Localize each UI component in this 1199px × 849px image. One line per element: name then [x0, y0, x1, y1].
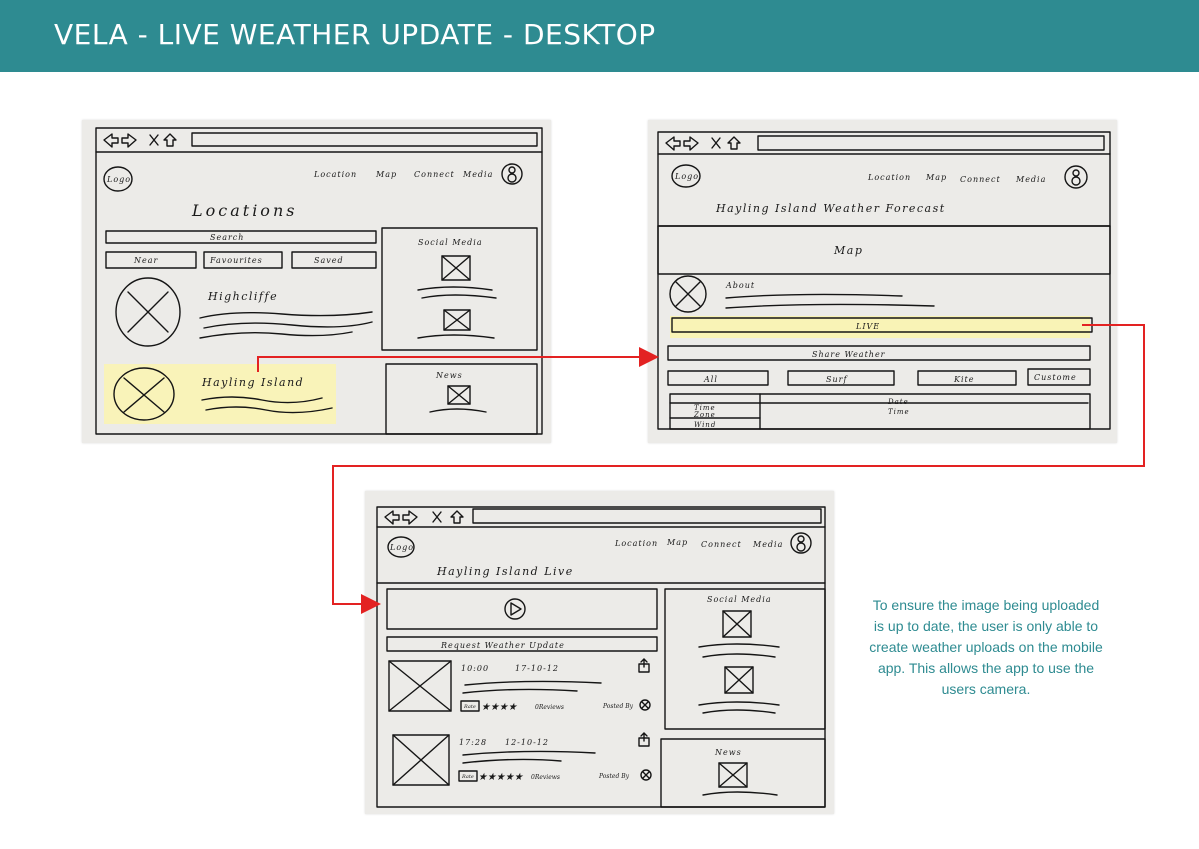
location-highcliffe: Highcliffe — [207, 290, 278, 303]
nav-connect: Connect — [414, 170, 455, 179]
browser-nav-icons — [103, 133, 177, 148]
filter-all[interactable] — [667, 370, 769, 386]
table-label-wind: Wind — [694, 421, 716, 429]
post2-stars: ★★★★★ — [478, 772, 524, 783]
news-panel — [660, 738, 826, 808]
nav-media: Media — [462, 170, 493, 179]
post2-posted-by: Posted By — [598, 773, 630, 780]
post2-date: 12-10-12 — [505, 738, 549, 747]
sketch-live: Logo Location Map Connect Media Hayling … — [365, 491, 834, 814]
share-icon[interactable] — [638, 732, 650, 747]
tab-near-label: Near — [133, 256, 159, 265]
nav-location: Location — [867, 173, 911, 182]
header-bar: VELA - LIVE WEATHER UPDATE - DESKTOP — [0, 0, 1199, 72]
nav-location: Location — [614, 539, 658, 548]
social-media-label: Social Media — [707, 595, 772, 604]
page-title: VELA - LIVE WEATHER UPDATE - DESKTOP — [54, 18, 656, 51]
location-highlight — [104, 364, 336, 424]
about-image-placeholder — [669, 275, 707, 313]
nav-connect: Connect — [701, 540, 742, 549]
news-label: News — [714, 748, 742, 757]
post2-time: 17:28 — [459, 738, 487, 747]
map-label: Map — [833, 244, 863, 257]
filter-kite-label: Kite — [953, 375, 974, 384]
post-image-placeholder — [388, 660, 452, 712]
about-label: About — [725, 281, 755, 290]
nav-map: Map — [375, 170, 397, 179]
location-image-placeholder — [115, 277, 181, 347]
user-avatar-icon[interactable] — [790, 532, 812, 554]
filter-all-label: All — [703, 375, 718, 384]
post1-date: 17-10-12 — [515, 664, 559, 673]
forecast-table — [669, 393, 1091, 430]
logo-text: Logo — [106, 175, 131, 184]
logo-text: Logo — [674, 172, 699, 181]
map-area[interactable] — [657, 225, 1111, 275]
video-player[interactable] — [386, 588, 658, 630]
post-image-placeholder — [392, 734, 450, 786]
table-label-zone: Zone — [693, 411, 716, 419]
post2-reviews: 0Reviews — [531, 774, 560, 781]
sketch-forecast: Logo Location Map Connect Media Hayling … — [648, 120, 1117, 443]
news-label: News — [435, 371, 463, 380]
social-media-panel — [664, 588, 826, 730]
address-bar[interactable] — [757, 135, 1105, 151]
table-label-time-right: Time — [888, 408, 910, 416]
sketch-locations: Logo Location Map Connect Media Location… — [82, 120, 551, 443]
poster-avatar-icon[interactable] — [640, 769, 652, 781]
play-icon[interactable] — [504, 598, 526, 620]
poster-avatar-icon[interactable] — [639, 699, 651, 711]
live-title: Hayling Island Live — [436, 565, 574, 578]
logo-text: Logo — [389, 543, 414, 552]
search-label: Search — [210, 233, 244, 242]
user-avatar-icon[interactable] — [501, 163, 523, 185]
forecast-title: Hayling Island Weather Forecast — [715, 202, 946, 215]
post1-rate: Rate — [463, 704, 476, 710]
nav-map: Map — [666, 538, 688, 547]
share-icon[interactable] — [638, 658, 650, 673]
live-label: LIVE — [855, 322, 880, 331]
user-avatar-icon[interactable] — [1064, 165, 1088, 189]
nav-connect: Connect — [960, 175, 1001, 184]
share-weather-label: Share Weather — [812, 350, 886, 359]
location-hayling-island[interactable]: Hayling Island — [201, 376, 304, 389]
address-bar[interactable] — [191, 132, 538, 147]
post2-rate: Rate — [461, 774, 474, 780]
social-media-label: Social Media — [418, 238, 483, 247]
post1-stars: ★★★★ — [481, 702, 518, 713]
browser-nav-icons — [384, 510, 464, 525]
annotation-note: To ensure the image being uploaded is up… — [869, 597, 1103, 697]
filter-surf-label: Surf — [826, 375, 848, 384]
locations-title: Locations — [191, 201, 297, 220]
nav-media: Media — [1015, 175, 1046, 184]
tab-favourites-label: Favourites — [209, 256, 263, 265]
filter-custome-label: Custome — [1034, 373, 1077, 382]
nav-location: Location — [313, 170, 357, 179]
request-weather-update-label: Request Weather Update — [440, 641, 565, 650]
tab-saved-label: Saved — [314, 256, 344, 265]
nav-map: Map — [925, 173, 947, 182]
post1-reviews: 0Reviews — [535, 704, 564, 711]
post1-posted-by: Posted By — [602, 703, 634, 710]
table-label-date: Date — [887, 398, 909, 406]
address-bar[interactable] — [472, 508, 822, 524]
browser-nav-icons — [665, 136, 741, 151]
nav-media: Media — [752, 540, 783, 549]
post1-time: 10:00 — [461, 664, 489, 673]
